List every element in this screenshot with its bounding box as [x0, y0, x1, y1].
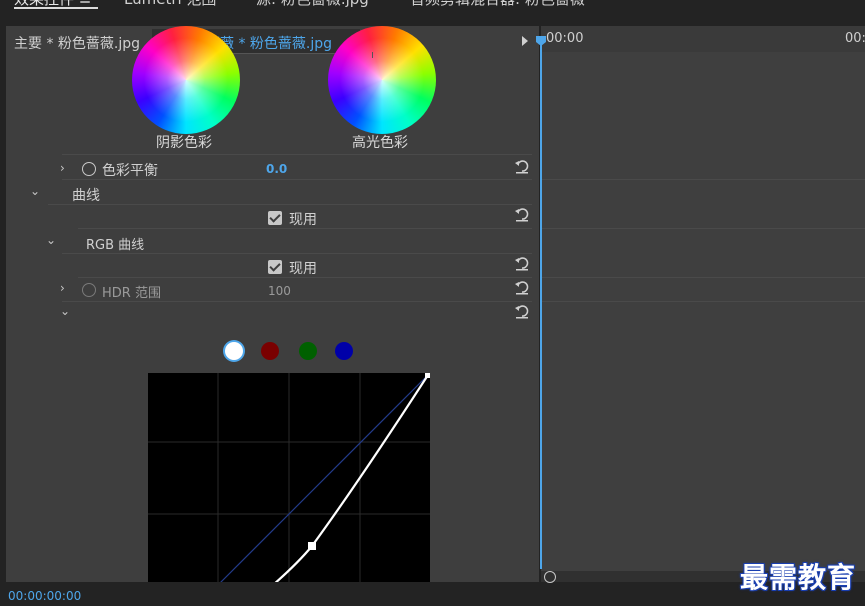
hdr-range-label: HDR 范围 — [102, 286, 161, 301]
track-divider — [541, 277, 865, 278]
highlight-color-wheel[interactable] — [328, 26, 436, 134]
scrollbar-handle[interactable] — [544, 571, 556, 583]
reset-icon[interactable] — [514, 255, 530, 271]
rgb-curve-graph[interactable] — [148, 373, 430, 582]
curve-canvas — [148, 373, 430, 582]
main-clip-label: 主要 * 粉色蔷薇.jpg — [14, 36, 141, 52]
track-divider — [541, 228, 865, 229]
row-divider — [62, 154, 532, 155]
effect-controls-panel: 主要 * 粉色蔷薇.jpg ⌄ 粉色蔷薇 * 粉色蔷薇.jpg 阴影色彩 高光色… — [6, 26, 539, 582]
reset-icon[interactable] — [514, 279, 530, 295]
apply-checkbox[interactable] — [268, 211, 282, 225]
hdr-range-value: 100 — [268, 284, 291, 298]
current-timecode[interactable]: 00:00:00:00 — [8, 589, 81, 603]
reset-icon[interactable] — [514, 206, 530, 222]
channel-red-button[interactable] — [261, 342, 279, 360]
row-divider — [62, 301, 532, 302]
ruler-start-time: 00:00 — [546, 31, 584, 46]
watermark: 最需教育 — [740, 561, 857, 594]
active-tab-underline — [14, 7, 98, 9]
clip-selector-bar: 主要 * 粉色蔷薇.jpg ⌄ 粉色蔷薇 * 粉色蔷薇.jpg — [6, 28, 539, 54]
expand-arrow-icon[interactable]: › — [60, 281, 65, 295]
playhead-line[interactable] — [540, 44, 542, 569]
collapse-arrow-icon[interactable]: ⌄ — [60, 304, 70, 318]
color-balance-label: 色彩平衡 — [102, 163, 158, 179]
shadow-color-wheel[interactable] — [132, 26, 240, 134]
apply-label: 现用 — [289, 212, 317, 228]
collapse-arrow-icon[interactable]: ⌄ — [30, 184, 40, 198]
reset-icon[interactable] — [514, 303, 530, 319]
channel-blue-button[interactable] — [335, 342, 353, 360]
curves-section-label: 曲线 — [72, 188, 100, 204]
time-ruler[interactable] — [541, 26, 865, 52]
ruler-end-time: 00: — [845, 31, 865, 46]
channel-luma-button[interactable] — [225, 342, 243, 360]
wheel-marker — [372, 52, 373, 58]
panel-tab-strip: 效果控件 ≡ Lumetri 范围 源: 粉色蔷薇.jpg 音频剪辑混合器: 粉… — [0, 0, 865, 24]
shadow-wheel-label: 阴影色彩 — [156, 135, 212, 151]
apply-label: 现用 — [289, 261, 317, 277]
timeline-panel — [541, 26, 865, 582]
track-divider — [541, 301, 865, 302]
channel-green-button[interactable] — [299, 342, 317, 360]
tab-audio-mixer[interactable]: 音频剪辑混合器: 粉色蔷薇 — [410, 0, 585, 9]
reset-icon[interactable] — [514, 158, 530, 174]
row-divider — [62, 253, 532, 254]
row-divider — [48, 204, 532, 205]
tab-lumetri-scopes[interactable]: Lumetri 范围 — [124, 0, 216, 9]
tab-source[interactable]: 源: 粉色蔷薇.jpg — [256, 0, 369, 9]
expand-timeline-icon[interactable] — [522, 36, 528, 46]
stopwatch-icon[interactable] — [82, 162, 96, 176]
rgb-curve-label: RGB 曲线 — [86, 238, 145, 253]
highlight-wheel-label: 高光色彩 — [352, 135, 408, 151]
collapse-arrow-icon[interactable]: ⌄ — [46, 233, 56, 247]
track-divider — [541, 179, 865, 180]
apply-checkbox[interactable] — [268, 260, 282, 274]
stopwatch-icon[interactable] — [82, 283, 96, 297]
expand-arrow-icon[interactable]: › — [60, 161, 65, 175]
color-balance-value[interactable]: 0.0 — [266, 162, 287, 176]
